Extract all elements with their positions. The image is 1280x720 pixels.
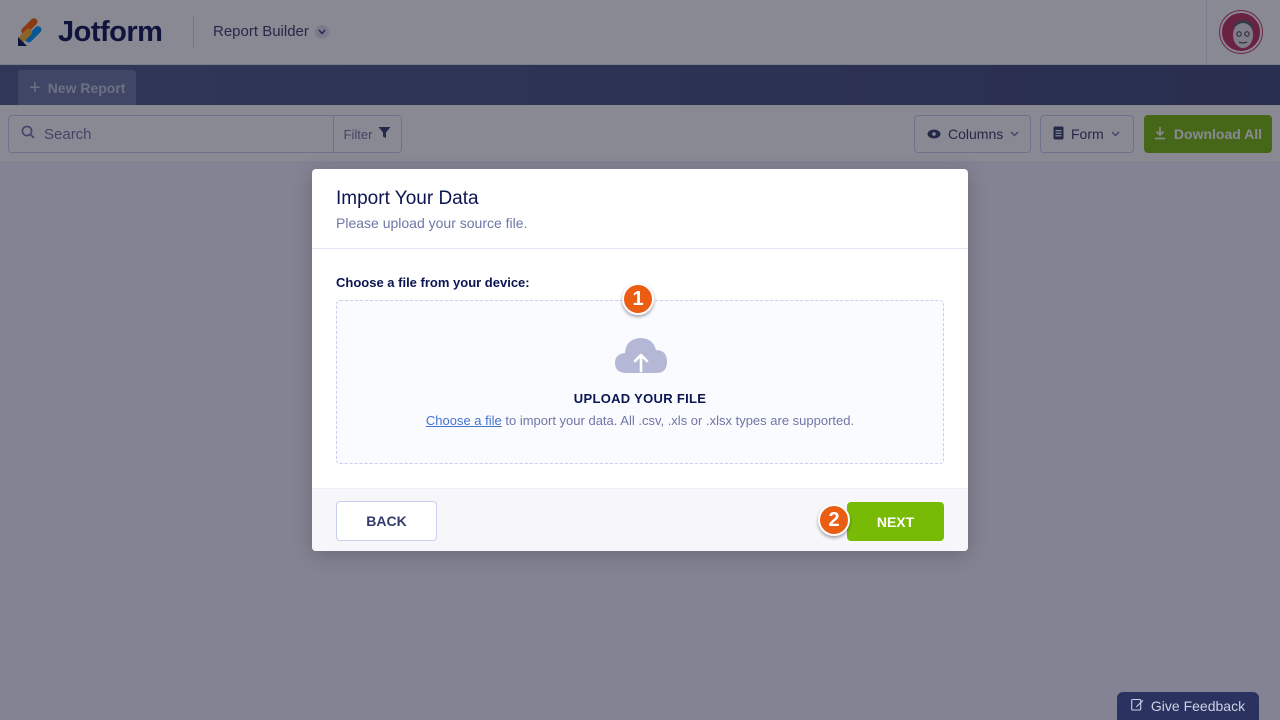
upload-description: Choose a file to import your data. All .… bbox=[337, 413, 943, 428]
choose-file-label: Choose a file from your device: bbox=[336, 275, 530, 290]
step-badge-1: 1 bbox=[622, 283, 654, 315]
feedback-pencil-icon bbox=[1131, 698, 1144, 714]
choose-file-link[interactable]: Choose a file bbox=[426, 413, 502, 428]
upload-title: UPLOAD YOUR FILE bbox=[573, 391, 707, 406]
modal-title: Import Your Data bbox=[336, 188, 479, 209]
upload-description-text: to import your data. All .csv, .xls or .… bbox=[501, 413, 855, 428]
back-button[interactable]: BACK bbox=[336, 501, 437, 541]
file-dropzone[interactable]: UPLOAD YOUR FILE Choose a file to import… bbox=[336, 300, 944, 464]
import-data-modal: Import Your Data Please upload your sour… bbox=[312, 169, 968, 551]
next-button[interactable]: NEXT bbox=[847, 502, 944, 541]
modal-header: Import Your Data Please upload your sour… bbox=[312, 169, 968, 249]
give-feedback-button[interactable]: Give Feedback bbox=[1117, 692, 1259, 720]
give-feedback-label: Give Feedback bbox=[1150, 698, 1246, 714]
modal-footer: BACK NEXT bbox=[312, 488, 968, 551]
cloud-upload-icon bbox=[613, 335, 669, 375]
modal-subtitle: Please upload your source file. bbox=[336, 215, 528, 231]
step-badge-2: 2 bbox=[818, 504, 850, 536]
